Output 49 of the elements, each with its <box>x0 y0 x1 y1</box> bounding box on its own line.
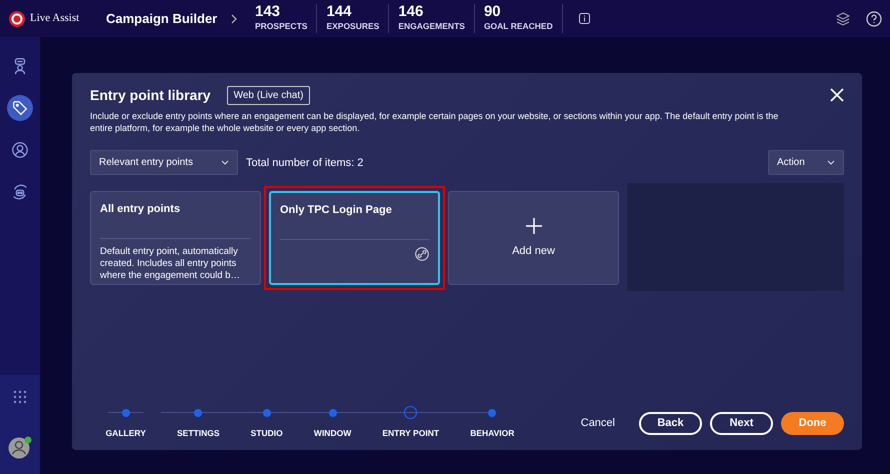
card-title: Only TPC Login Page <box>280 203 393 218</box>
action-dropdown[interactable]: Action <box>768 150 844 176</box>
step-dot[interactable] <box>404 406 418 420</box>
stat-value: 144 <box>326 4 352 20</box>
nav-button[interactable]: Back <box>639 412 702 435</box>
stat-label: PROSPECTS <box>255 20 308 34</box>
stat-value: 146 <box>398 4 424 20</box>
card-title: All entry points <box>100 202 182 218</box>
dialog-title: Entry point library <box>90 86 211 105</box>
stat-value: 90 <box>484 4 502 20</box>
link-icon[interactable] <box>415 246 429 261</box>
step-dot[interactable] <box>122 408 130 417</box>
step-dot[interactable] <box>328 408 337 417</box>
info-icon[interactable] <box>578 13 590 24</box>
stat-value: 143 <box>255 4 282 20</box>
chevron-icon <box>230 14 238 24</box>
step-dot[interactable] <box>488 408 496 417</box>
stat-label: GOAL REACHED <box>484 20 553 34</box>
step-dot[interactable] <box>194 408 202 417</box>
step-label: SETTINGS <box>177 427 220 440</box>
stat-label: EXPOSURES <box>326 20 380 34</box>
apps-grid-icon[interactable] <box>13 390 27 404</box>
entry-point-card[interactable]: All entry points Default entry point, automatically created. Includes all entry points where the engagement could b… <box>90 191 261 286</box>
tag-icon[interactable] <box>7 95 33 121</box>
caret-icon <box>221 160 229 166</box>
step-dot[interactable] <box>262 408 271 417</box>
app-title: Campaign Builder <box>106 10 218 28</box>
card-description: Default entry point, automatically created. Includes all entry points where the engagement could b… <box>100 246 241 283</box>
filter-dropdown[interactable]: Relevant entry points <box>90 150 238 176</box>
dialog-description: Include or exclude entry points where an engagement can be displayed, for example certain pages on your website, or sections within your app. The default entry point is the entire platform, for example the whole website or every app section. <box>90 110 780 134</box>
logo-icon <box>8 10 26 28</box>
add-new-card[interactable]: Add new <box>448 191 619 286</box>
item-count: Total number of items: 2 <box>246 156 364 171</box>
step-label: ENTRY POINT <box>382 427 440 440</box>
step-label: STUDIO <box>250 427 283 440</box>
step-label: WINDOW <box>314 427 352 440</box>
layers-icon[interactable] <box>836 12 850 26</box>
step-label: GALLERY <box>106 427 146 440</box>
plus-icon <box>524 217 542 236</box>
entry-point-card[interactable]: Only TPC Login Page <box>269 191 440 286</box>
cancel-button[interactable]: Cancel <box>580 412 615 435</box>
user-avatar[interactable] <box>8 434 32 459</box>
stat-label: ENGAGEMENTS <box>398 20 465 34</box>
logo-text: Live Assist <box>30 11 80 26</box>
nav-button[interactable]: Next <box>710 412 773 435</box>
channel-tag: Web (Live chat) <box>226 86 310 104</box>
help-icon[interactable] <box>866 10 882 26</box>
step-label: BEHAVIOR <box>470 427 514 440</box>
caret-icon <box>827 160 835 166</box>
